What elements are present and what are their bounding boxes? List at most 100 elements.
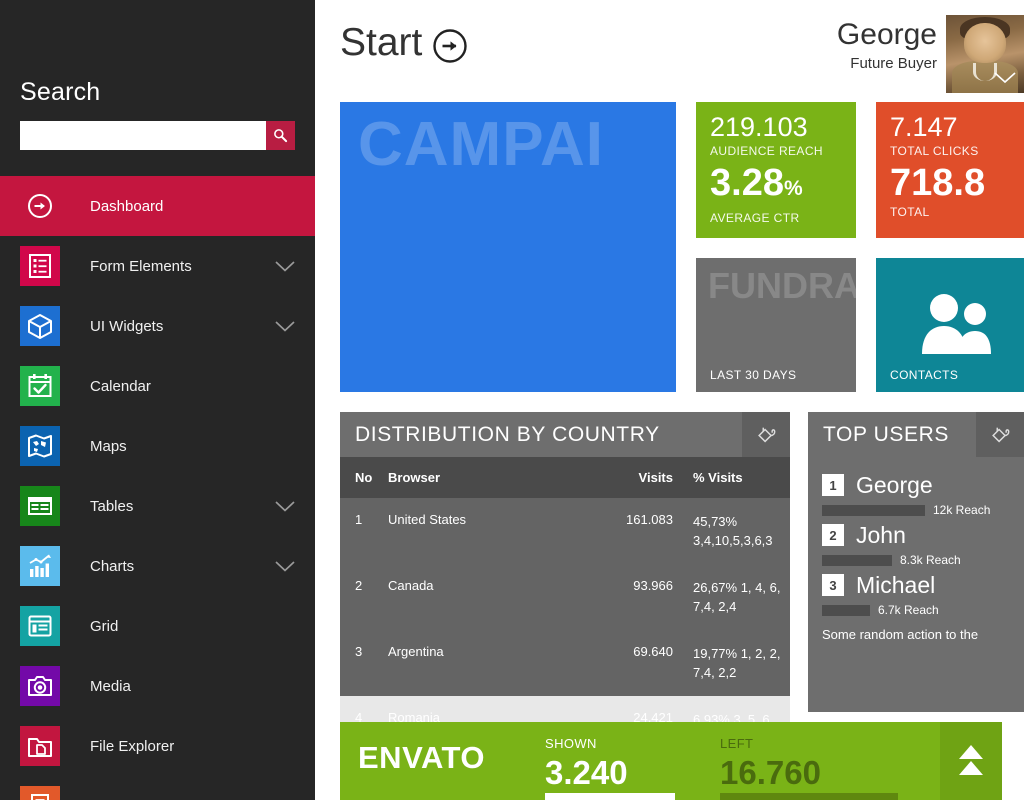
- sidebar-item-form-elements[interactable]: Form Elements: [0, 236, 315, 296]
- user-texts: George Future Buyer: [837, 15, 946, 75]
- average-ctr-suffix: %: [783, 177, 803, 200]
- envato-left-value: 16.760: [720, 754, 821, 791]
- user-profile[interactable]: George Future Buyer: [837, 15, 1024, 93]
- clicks-caption: TOTAL CLICKS: [890, 144, 979, 158]
- list-item[interactable]: 1 George 12k Reach: [822, 471, 1010, 517]
- sidebar-item-maps[interactable]: Maps: [0, 416, 315, 476]
- user-name: George: [836, 18, 937, 51]
- envato-status-bar: ENVATO SHOWN 3.240 LEFT 16.760: [340, 722, 1002, 800]
- country-panel-tool-button[interactable]: [742, 412, 790, 457]
- country-cell-browser: Argentina: [388, 644, 444, 659]
- panel-distribution-by-country: DISTRIBUTION BY COUNTRY No Browser Visit…: [340, 412, 790, 743]
- audience-caption: AUDIENCE REACH: [710, 144, 823, 158]
- sidebar-item-calendar[interactable]: Calendar: [0, 356, 315, 416]
- sidebar-item-charts[interactable]: Charts: [0, 536, 315, 596]
- search-icon: [273, 128, 288, 143]
- sidebar-item-media[interactable]: Media: [0, 656, 315, 716]
- country-cell-pct: 19,77% 1, 2, 2, 7,4, 2,2: [693, 646, 781, 680]
- user-name-line: 3 Michael: [822, 571, 1010, 599]
- tile-campaign[interactable]: CAMPAI: [340, 102, 676, 392]
- search-label: Search: [20, 78, 101, 106]
- users-panel-header: TOP USERS: [808, 412, 1024, 457]
- search-input[interactable]: [20, 121, 266, 150]
- folder-file-icon: [20, 726, 60, 766]
- users-panel-tool-button[interactable]: [976, 412, 1024, 457]
- table-row[interactable]: 1 United States 161.083 45,73% 3,4,10,5,3,6…: [340, 498, 790, 564]
- country-column-header: % Visits: [673, 457, 790, 498]
- country-cell-no: 3: [355, 644, 363, 659]
- envato-logo: ENVATO: [358, 740, 486, 775]
- panel-top-users: TOP USERS 1 George 12k Reach 2 John 8.3k Reac…: [808, 412, 1024, 712]
- chevron-down-icon[interactable]: [275, 261, 295, 272]
- envato-left-caption: LEFT: [720, 736, 754, 751]
- average-ctr-number: 3.28: [710, 162, 784, 204]
- sidebar-item-label: File Explorer: [90, 737, 175, 755]
- chevron-down-icon[interactable]: [275, 321, 295, 332]
- calendar-check-icon: [20, 366, 60, 406]
- country-cell-visits: 93.966: [633, 578, 673, 593]
- bar-chart-icon: [20, 546, 60, 586]
- country-cell-browser: United States: [388, 512, 467, 527]
- user-reach-bar: [822, 554, 892, 566]
- country-table: No Browser Visits% Visits 1 United States 16…: [340, 457, 790, 743]
- user-reach-line: 6.7k Reach: [822, 603, 1010, 617]
- page-header: Start George Future Buyer: [315, 0, 1024, 100]
- country-cell-pct: 26,67% 1, 4, 6, 7,4, 2,4: [693, 580, 781, 614]
- paint-bucket-icon: [755, 424, 777, 446]
- country-column-header: Visits: [588, 457, 673, 498]
- users-panel-title: TOP USERS: [823, 422, 949, 446]
- scroll-to-top-button[interactable]: [940, 722, 1002, 800]
- sidebar-item-ui-widgets[interactable]: UI Widgets: [0, 296, 315, 356]
- grid-layout-icon: [20, 606, 60, 646]
- sidebar-item-file-explorer[interactable]: File Explorer: [0, 716, 315, 776]
- user-reach-label: 12k Reach: [933, 503, 991, 517]
- country-panel-header: DISTRIBUTION BY COUNTRY: [340, 412, 790, 457]
- table-row[interactable]: 3 Argentina 69.640 19,77% 1, 2, 2, 7,4, 2,2: [340, 630, 790, 696]
- tile-fundraising-footer: LAST 30 DAYS: [710, 368, 797, 382]
- user-reach-line: 8.3k Reach: [822, 553, 1010, 567]
- tile-fundraising-ghost-text: FUNDRA: [708, 265, 856, 306]
- sidebar-item-specific-pages[interactable]: Specific Pages: [0, 776, 315, 800]
- sidebar-item-grid[interactable]: Grid: [0, 596, 315, 656]
- country-cell-visits: 161.083: [626, 512, 673, 527]
- double-arrow-up-icon: [956, 743, 986, 779]
- map-icon: [20, 426, 60, 466]
- table-row[interactable]: 2 Canada 93.966 26,67% 1, 4, 6, 7,4, 2,4: [340, 564, 790, 630]
- chevron-down-icon[interactable]: [994, 71, 1016, 89]
- chevron-down-icon[interactable]: [275, 501, 295, 512]
- avatar-face: [964, 23, 1006, 63]
- tile-fundraising[interactable]: FUNDRA LAST 30 DAYS: [696, 258, 856, 392]
- sidebar-search-block: Search: [0, 0, 315, 150]
- avatar[interactable]: [946, 15, 1024, 93]
- tile-contacts[interactable]: CONTACTS: [876, 258, 1024, 392]
- chevron-down-icon[interactable]: [275, 561, 295, 572]
- users-list: 1 George 12k Reach 2 John 8.3k Reach 3 Michael 6…: [808, 457, 1024, 712]
- pages-icon: [20, 786, 60, 800]
- sidebar-item-dashboard[interactable]: Dashboard: [0, 176, 315, 236]
- user-reach-label: 8.3k Reach: [900, 553, 961, 567]
- arrow-circle-right-icon[interactable]: [432, 28, 468, 64]
- sidebar-item-label: Tables: [90, 497, 134, 515]
- page-title-block: Start: [340, 20, 468, 66]
- user-name: Michael: [856, 572, 936, 598]
- arrow-circle-right-icon: [20, 186, 60, 226]
- sidebar: Search Dashboard Form Elements UI Widgets C…: [0, 0, 315, 800]
- sidebar-item-label: Media: [90, 677, 131, 695]
- tile-total-clicks[interactable]: 7.147 TOTAL CLICKS 718.8 TOTAL: [876, 102, 1024, 238]
- main-content: Start George Future Buyer CAMPAI 219.103…: [315, 0, 1024, 800]
- search-row: [20, 121, 295, 150]
- country-cell-pct: 45,73% 3,4,10,5,3,6,3: [693, 514, 773, 548]
- country-cell-visits: 69.640: [633, 644, 673, 659]
- table-grid-icon: [20, 486, 60, 526]
- tile-audience-reach[interactable]: 219.103 AUDIENCE REACH 3.28% AVERAGE CTR: [696, 102, 856, 238]
- country-table-header-row: No Browser Visits% Visits: [340, 457, 790, 498]
- sidebar-item-label: Form Elements: [90, 257, 192, 275]
- list-item[interactable]: 2 John 8.3k Reach: [822, 521, 1010, 567]
- envato-shown-progress: [545, 793, 675, 800]
- search-button[interactable]: [266, 121, 295, 150]
- sidebar-item-tables[interactable]: Tables: [0, 476, 315, 536]
- camera-icon: [20, 666, 60, 706]
- clicks-total-caption: TOTAL: [890, 205, 930, 219]
- list-item[interactable]: 3 Michael 6.7k Reach: [822, 571, 1010, 617]
- user-reach-bar: [822, 604, 870, 616]
